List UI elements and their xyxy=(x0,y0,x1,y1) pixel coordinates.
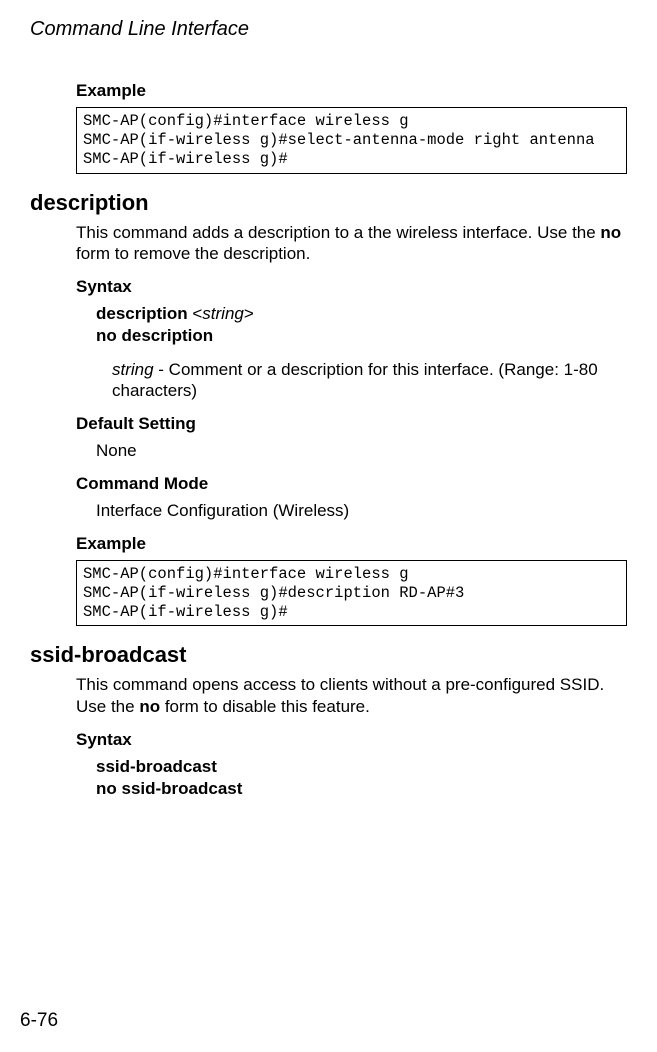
description-syntax-cmd1-arg: string xyxy=(202,304,244,323)
description-syntax-block: description <string> no description xyxy=(96,303,627,347)
ssid-syntax-cmd2: no ssid-broadcast xyxy=(96,779,242,798)
description-intro-bold: no xyxy=(600,223,621,242)
ssid-syntax-block: ssid-broadcast no ssid-broadcast xyxy=(96,756,627,800)
description-heading: description xyxy=(30,190,627,216)
description-arg-text: - Comment or a description for this inte… xyxy=(112,360,598,401)
description-example-code: SMC-AP(config)#interface wireless g SMC-… xyxy=(76,560,627,627)
page-number: 6-76 xyxy=(20,1010,58,1032)
description-intro: This command adds a description to a the… xyxy=(76,222,627,266)
description-example-label: Example xyxy=(76,534,627,554)
example1-label: Example xyxy=(76,81,627,101)
description-syntax-cmd2: no description xyxy=(96,326,213,345)
body-column: Example SMC-AP(config)#interface wireles… xyxy=(76,81,627,799)
ssid-syntax-cmd1: ssid-broadcast xyxy=(96,757,217,776)
ssid-heading: ssid-broadcast xyxy=(30,642,627,668)
description-mode-value: Interface Configuration (Wireless) xyxy=(96,500,627,522)
description-arg-desc: string - Comment or a description for th… xyxy=(112,359,627,403)
ssid-intro: This command opens access to clients wit… xyxy=(76,674,627,718)
ssid-intro-post: form to disable this feature. xyxy=(160,697,370,716)
description-mode-label: Command Mode xyxy=(76,474,627,494)
ssid-intro-bold: no xyxy=(139,697,160,716)
ssid-syntax-label: Syntax xyxy=(76,730,627,750)
page: Command Line Interface Example SMC-AP(co… xyxy=(0,0,657,1052)
description-default-value: None xyxy=(96,440,627,462)
example1-code: SMC-AP(config)#interface wireless g SMC-… xyxy=(76,107,627,174)
description-intro-pre: This command adds a description to a the… xyxy=(76,223,600,242)
running-header: Command Line Interface xyxy=(30,18,627,41)
description-default-label: Default Setting xyxy=(76,414,627,434)
description-syntax-cmd1-kw: description xyxy=(96,304,188,323)
description-intro-post: form to remove the description. xyxy=(76,244,310,263)
description-arg-name: string xyxy=(112,360,154,379)
description-syntax-label: Syntax xyxy=(76,277,627,297)
